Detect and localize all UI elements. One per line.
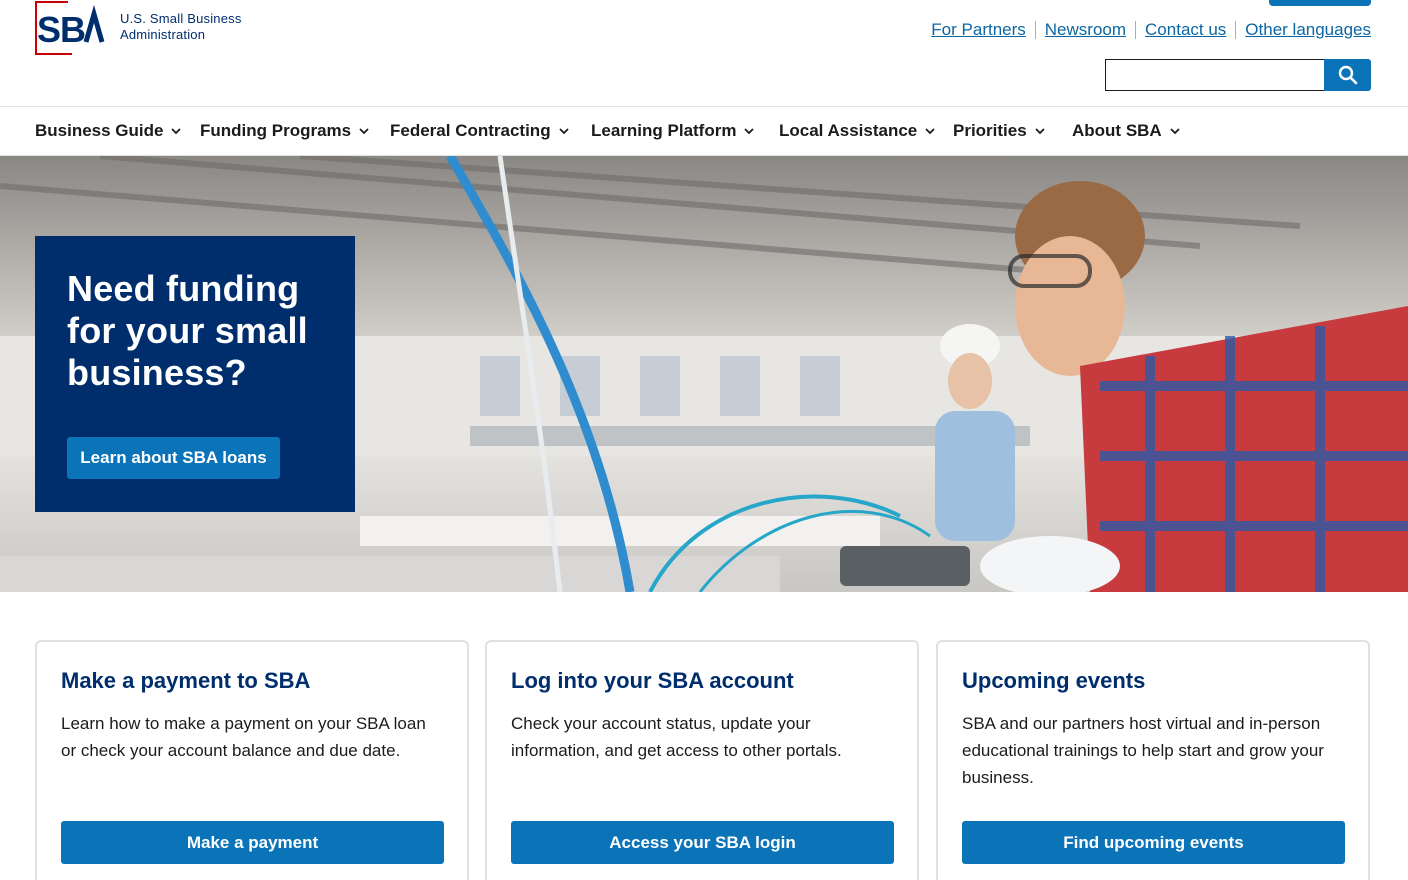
chevron-down-icon [359, 128, 369, 135]
card-text: Check your account status, update your i… [511, 714, 842, 760]
chevron-down-icon [744, 128, 755, 135]
chevron-down-icon [171, 128, 182, 135]
svg-text:B: B [60, 9, 86, 50]
site-search [1105, 59, 1371, 91]
card-text: SBA and our partners host virtual and in… [962, 714, 1324, 787]
top-utility-tab[interactable] [1269, 0, 1371, 6]
hero-banner: Need funding for your small business? Le… [0, 156, 1408, 592]
search-icon [1338, 65, 1357, 85]
nav-business-guide[interactable]: Business Guide [35, 107, 182, 155]
hero-callout: Need funding for your small business? Le… [35, 236, 355, 512]
divider [1235, 21, 1237, 39]
nav-label: Local Assistance [779, 121, 918, 140]
chevron-down-icon [1170, 128, 1180, 135]
main-nav: Business Guide Funding Programs Federal … [0, 107, 1408, 156]
nav-label: Learning Platform [591, 121, 737, 140]
sba-logo[interactable]: S B U.S. Small Business Administration [34, 0, 242, 56]
nav-label: Funding Programs [200, 121, 352, 140]
agency-name-line2: Administration [120, 27, 206, 42]
chevron-down-icon [1035, 128, 1045, 135]
link-for-partners[interactable]: For Partners [931, 20, 1025, 40]
link-contact-us[interactable]: Contact us [1145, 20, 1226, 40]
nav-local-assistance[interactable]: Local Assistance [779, 107, 935, 155]
access-login-button[interactable]: Access your SBA login [511, 821, 894, 864]
nav-federal-contracting[interactable]: Federal Contracting [390, 107, 569, 155]
card-title: Make a payment to SBA [61, 668, 311, 693]
chevron-down-icon [925, 128, 935, 135]
make-payment-button[interactable]: Make a payment [61, 821, 444, 864]
chevron-down-icon [558, 128, 569, 135]
link-other-languages[interactable]: Other languages [1245, 20, 1371, 40]
svg-text:S: S [37, 9, 61, 50]
search-input[interactable] [1105, 59, 1324, 91]
card-title: Upcoming events [962, 668, 1146, 693]
nav-label: Business Guide [35, 121, 164, 140]
nav-label: About SBA [1072, 121, 1162, 140]
learn-sba-loans-button[interactable]: Learn about SBA loans [67, 437, 280, 479]
nav-learning-platform[interactable]: Learning Platform [591, 107, 755, 155]
card-events: Upcoming events SBA and our partners hos… [936, 640, 1370, 880]
divider [1034, 21, 1036, 39]
search-button[interactable] [1324, 59, 1371, 91]
site-header: S B U.S. Small Business Administration F… [0, 0, 1408, 107]
card-text: Learn how to make a payment on your SBA … [61, 714, 426, 760]
find-events-button[interactable]: Find upcoming events [962, 821, 1345, 864]
agency-name: U.S. Small Business Administration [120, 11, 242, 43]
utility-links: For Partners Newsroom Contact us Other l… [931, 20, 1371, 40]
nav-label: Priorities [953, 121, 1027, 140]
card-title: Log into your SBA account [511, 668, 794, 693]
nav-funding-programs[interactable]: Funding Programs [200, 107, 369, 155]
nav-about-sba[interactable]: About SBA [1072, 107, 1180, 155]
link-newsroom[interactable]: Newsroom [1045, 20, 1126, 40]
agency-name-line1: U.S. Small Business [120, 11, 242, 26]
nav-label: Federal Contracting [390, 121, 551, 140]
card-payment: Make a payment to SBA Learn how to make … [35, 640, 469, 880]
nav-priorities[interactable]: Priorities [953, 107, 1045, 155]
hero-title: Need funding for your small business? [67, 268, 308, 393]
sba-logo-mark: S B [35, 1, 105, 55]
card-login: Log into your SBA account Check your acc… [485, 640, 919, 880]
divider [1135, 21, 1137, 39]
